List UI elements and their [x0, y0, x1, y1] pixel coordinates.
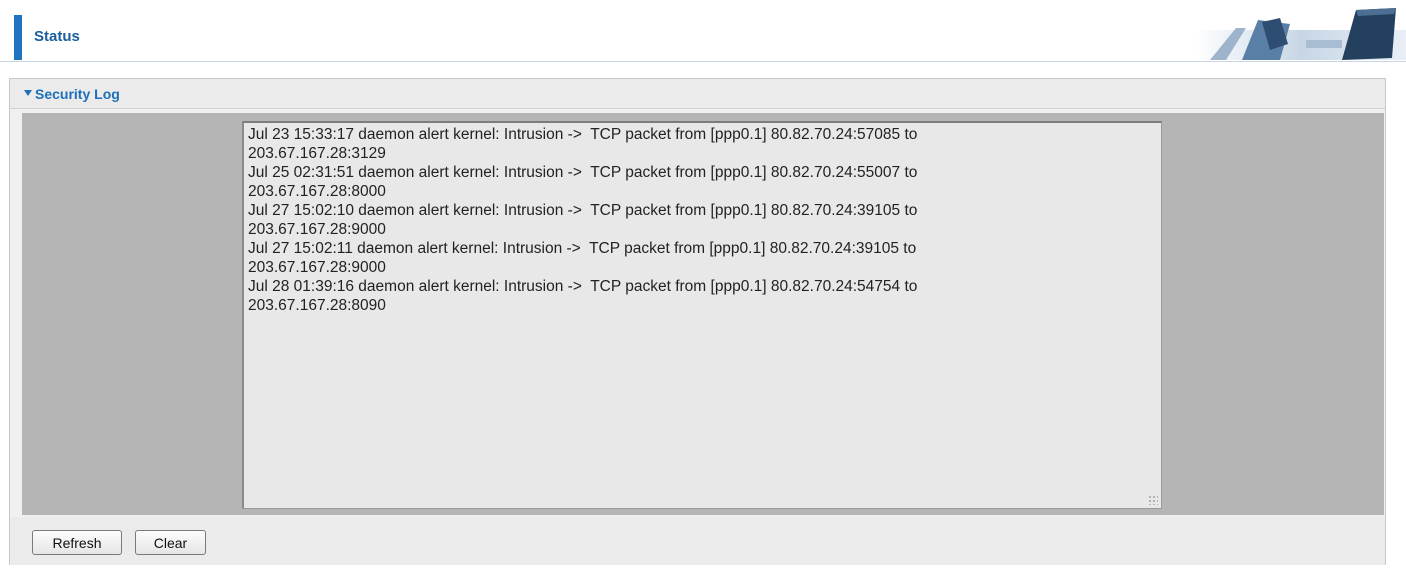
- log-line: 203.67.167.28:8000: [248, 183, 386, 200]
- button-bar: Refresh Clear: [10, 517, 1385, 565]
- collapse-triangle-icon[interactable]: [24, 90, 32, 96]
- header-divider: [0, 61, 1406, 62]
- security-log-panel: Security Log Jul 23 15:33:17 daemon aler…: [9, 78, 1386, 565]
- log-line: Jul 27 15:02:10 daemon alert kernel: Int…: [248, 202, 918, 219]
- refresh-button[interactable]: Refresh: [32, 530, 122, 555]
- resize-grip-icon[interactable]: [1148, 495, 1158, 505]
- page-header: Status: [0, 0, 1406, 64]
- log-line: 203.67.167.28:8090: [248, 297, 386, 314]
- log-line: Jul 27 15:02:11 daemon alert kernel: Int…: [248, 240, 917, 257]
- log-line: Jul 28 01:39:16 daemon alert kernel: Int…: [248, 278, 918, 295]
- log-line: 203.67.167.28:3129: [248, 145, 386, 162]
- log-line: 203.67.167.28:9000: [248, 259, 386, 276]
- page-title: Status: [34, 28, 80, 45]
- panel-header[interactable]: Security Log: [10, 79, 1385, 109]
- log-line: Jul 23 15:33:17 daemon alert kernel: Int…: [248, 126, 918, 143]
- log-line: 203.67.167.28:9000: [248, 221, 386, 238]
- header-decoration-graphic: [1196, 8, 1406, 60]
- title-accent-bar: [14, 15, 22, 60]
- panel-title: Security Log: [35, 86, 120, 102]
- clear-button[interactable]: Clear: [135, 530, 206, 555]
- log-line: Jul 25 02:31:51 daemon alert kernel: Int…: [248, 164, 918, 181]
- log-area: Jul 23 15:33:17 daemon alert kernel: Int…: [22, 113, 1384, 515]
- security-log-textarea[interactable]: Jul 23 15:33:17 daemon alert kernel: Int…: [242, 121, 1162, 509]
